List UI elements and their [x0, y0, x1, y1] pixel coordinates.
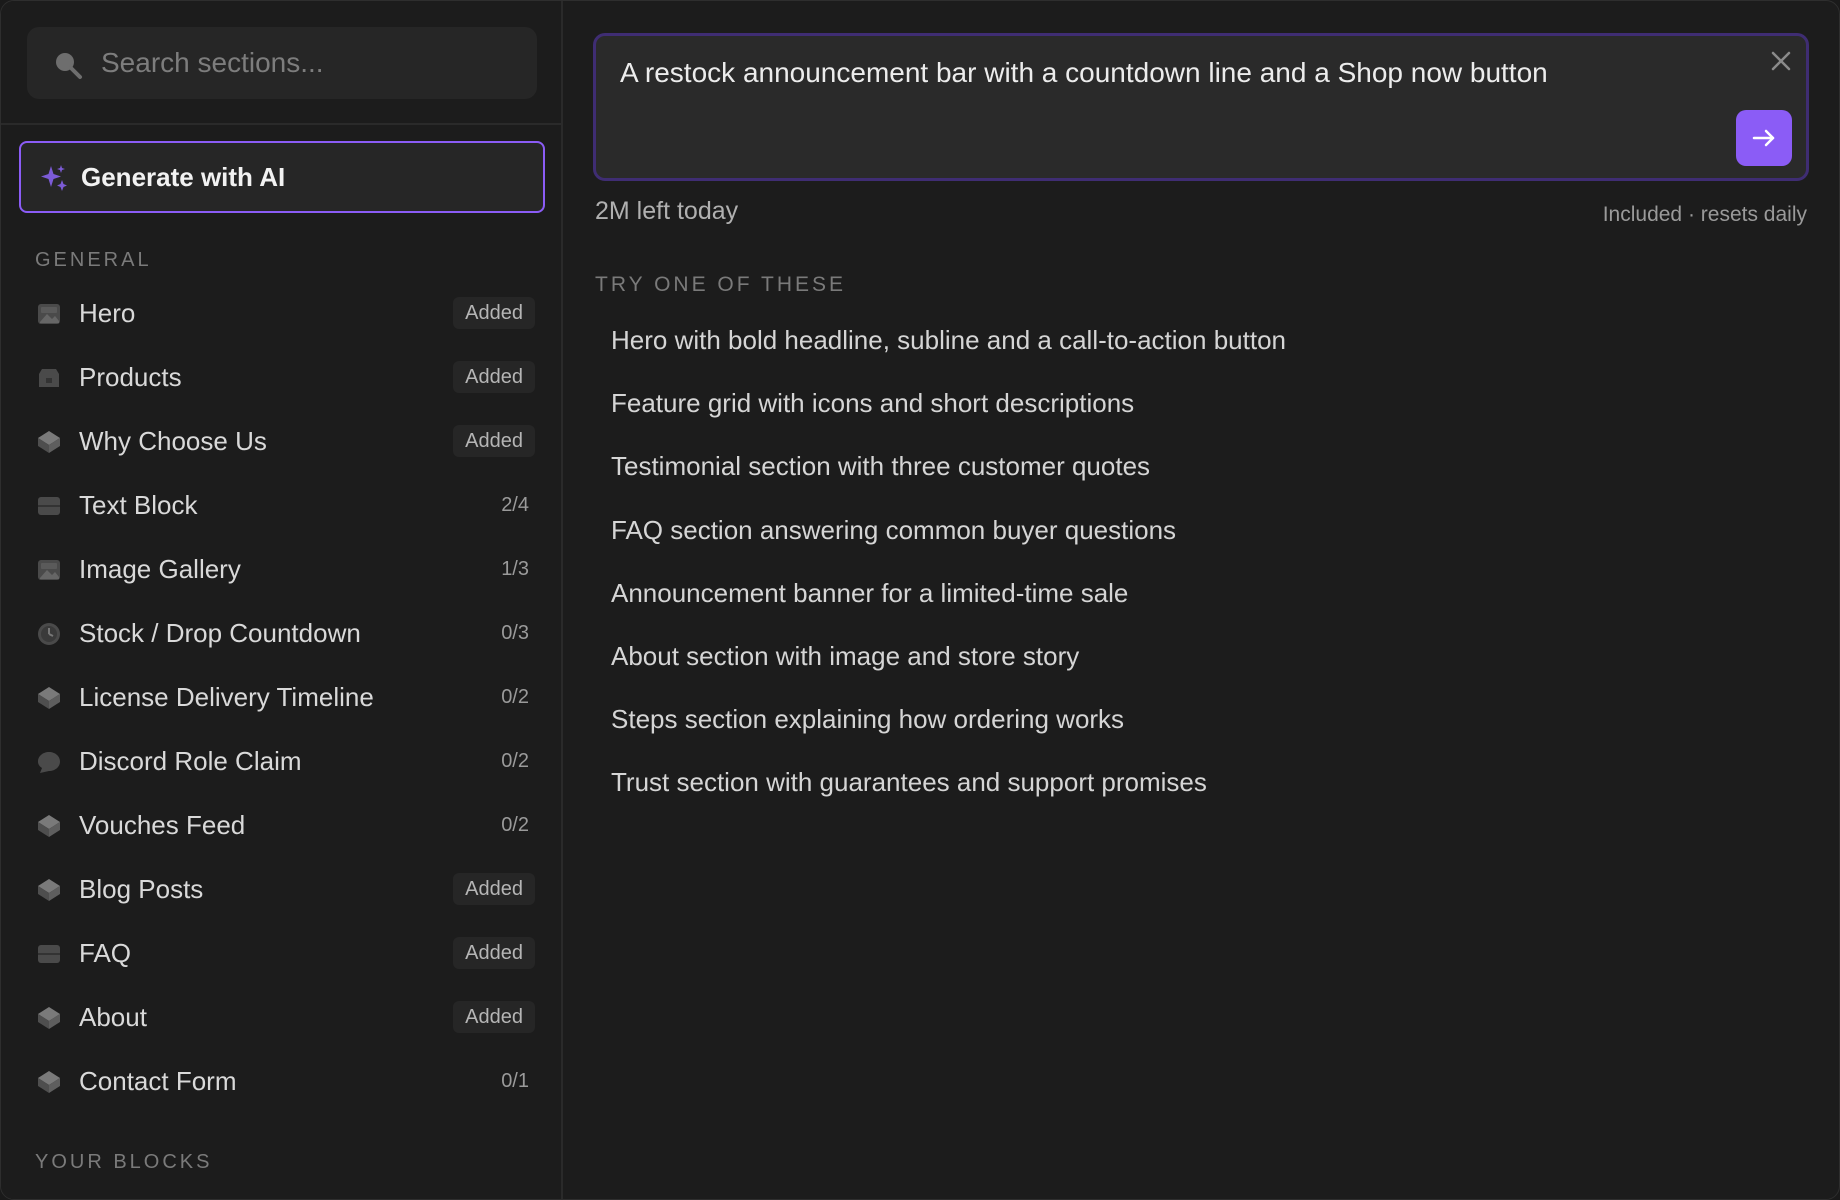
text-block-icon	[37, 494, 61, 518]
suggestion-list: Hero with bold headline, subline and a c…	[595, 309, 1795, 815]
prompt-box	[593, 33, 1809, 181]
section-item-label: Contact Form	[79, 1066, 237, 1096]
section-item-label: About	[79, 1002, 147, 1032]
added-badge: Added	[453, 425, 535, 457]
usage-count: 1/3	[501, 558, 529, 580]
sidebar-divider	[1, 123, 563, 125]
added-badge: Added	[453, 937, 535, 969]
sparkles-icon	[41, 165, 67, 191]
suggestion-item[interactable]: Announcement banner for a limited-time s…	[595, 562, 1795, 625]
suggestions-heading: TRY ONE OF THESE	[595, 273, 847, 296]
chat-bubble-icon	[37, 750, 61, 774]
prompt-input[interactable]	[620, 56, 1720, 116]
arrow-right-icon	[1752, 129, 1775, 147]
section-item[interactable]: About Added	[1, 985, 563, 1049]
added-badge: Added	[453, 1001, 535, 1033]
cube-icon	[37, 878, 61, 902]
suggestion-item[interactable]: Trust section with guarantees and suppor…	[595, 751, 1795, 814]
section-item-label: Why Choose Us	[79, 426, 267, 456]
section-item[interactable]: Blog Posts Added	[1, 857, 563, 921]
usage-count: 0/2	[501, 686, 529, 708]
section-item[interactable]: FAQ Added	[1, 921, 563, 985]
image-icon	[37, 302, 61, 326]
section-list: Hero Added Products Added Why Choose Us Added…	[1, 281, 563, 1113]
quota-remaining: 2M left today	[595, 197, 739, 225]
added-badge: Added	[453, 361, 535, 393]
search-icon	[56, 53, 82, 79]
section-item[interactable]: Contact Form 0/1	[1, 1049, 563, 1113]
sections-sidebar: Generate with AI GENERAL HeroAddedProduc…	[1, 1, 563, 1199]
section-picker-window: Generate with AI GENERAL HeroAddedProduc…	[0, 0, 1840, 1200]
quota-note: Included · resets daily	[1602, 203, 1807, 226]
usage-count: 0/2	[501, 750, 529, 772]
suggestion-item[interactable]: Testimonial section with three customer …	[595, 435, 1795, 498]
section-item-label: Products	[79, 362, 182, 392]
ai-generate-panel: 2M left today Included · resets daily TR…	[565, 1, 1839, 1199]
clear-prompt-button[interactable]	[1764, 44, 1798, 78]
section-item[interactable]: Stock / Drop Countdown 0/3	[1, 601, 563, 665]
text-block-icon	[37, 942, 61, 966]
search-input[interactable]	[101, 27, 521, 99]
section-item-label: Blog Posts	[79, 874, 204, 904]
image-icon	[37, 558, 61, 582]
section-item[interactable]: License Delivery Timeline 0/2	[1, 665, 563, 729]
suggestion-item[interactable]: FAQ section answering common buyer quest…	[595, 499, 1795, 562]
added-badge: Added	[453, 873, 535, 905]
cube-icon	[37, 1006, 61, 1030]
submit-prompt-button[interactable]	[1736, 110, 1792, 166]
section-item-label: FAQ	[79, 938, 132, 968]
suggestion-item[interactable]: About section with image and store story	[595, 625, 1795, 688]
usage-count: 0/2	[501, 814, 529, 836]
cube-icon	[37, 814, 61, 838]
section-item[interactable]: Vouches Feed 0/2	[1, 793, 563, 857]
suggestion-item[interactable]: Steps section explaining how ordering wo…	[595, 688, 1795, 751]
section-item[interactable]: Hero Added	[1, 281, 563, 345]
section-item-label: License Delivery Timeline	[79, 682, 374, 712]
your-blocks-heading: YOUR BLOCKS	[35, 1151, 213, 1173]
cube-icon	[37, 686, 61, 710]
section-item-label: Vouches Feed	[79, 810, 246, 840]
section-item[interactable]: Image Gallery 1/3	[1, 537, 563, 601]
section-item[interactable]: Text Block 2/4	[1, 473, 563, 537]
general-heading: GENERAL	[35, 249, 152, 271]
cube-icon	[37, 430, 61, 454]
close-icon	[1771, 51, 1791, 71]
section-item[interactable]: Why Choose Us Added	[1, 409, 563, 473]
cube-icon	[37, 1070, 61, 1094]
usage-count: 0/3	[501, 622, 529, 644]
clock-icon	[37, 622, 61, 646]
usage-count: 0/1	[501, 1070, 529, 1092]
box-icon	[37, 366, 61, 390]
section-item-label: Discord Role Claim	[79, 746, 302, 776]
suggestion-item[interactable]: Feature grid with icons and short descri…	[595, 372, 1795, 435]
generate-with-ai-label: Generate with AI	[81, 162, 286, 192]
section-item[interactable]: Discord Role Claim 0/2	[1, 729, 563, 793]
added-badge: Added	[453, 297, 535, 329]
section-item-label: Stock / Drop Countdown	[79, 618, 361, 648]
suggestion-item[interactable]: Hero with bold headline, subline and a c…	[595, 309, 1795, 372]
section-item-label: Hero	[79, 298, 136, 328]
section-item[interactable]: Products Added	[1, 345, 563, 409]
search-box[interactable]	[27, 27, 537, 99]
usage-count: 2/4	[501, 494, 529, 516]
generate-with-ai-button[interactable]: Generate with AI	[19, 141, 545, 213]
section-item-label: Text Block	[79, 490, 198, 520]
section-item-label: Image Gallery	[79, 554, 241, 584]
